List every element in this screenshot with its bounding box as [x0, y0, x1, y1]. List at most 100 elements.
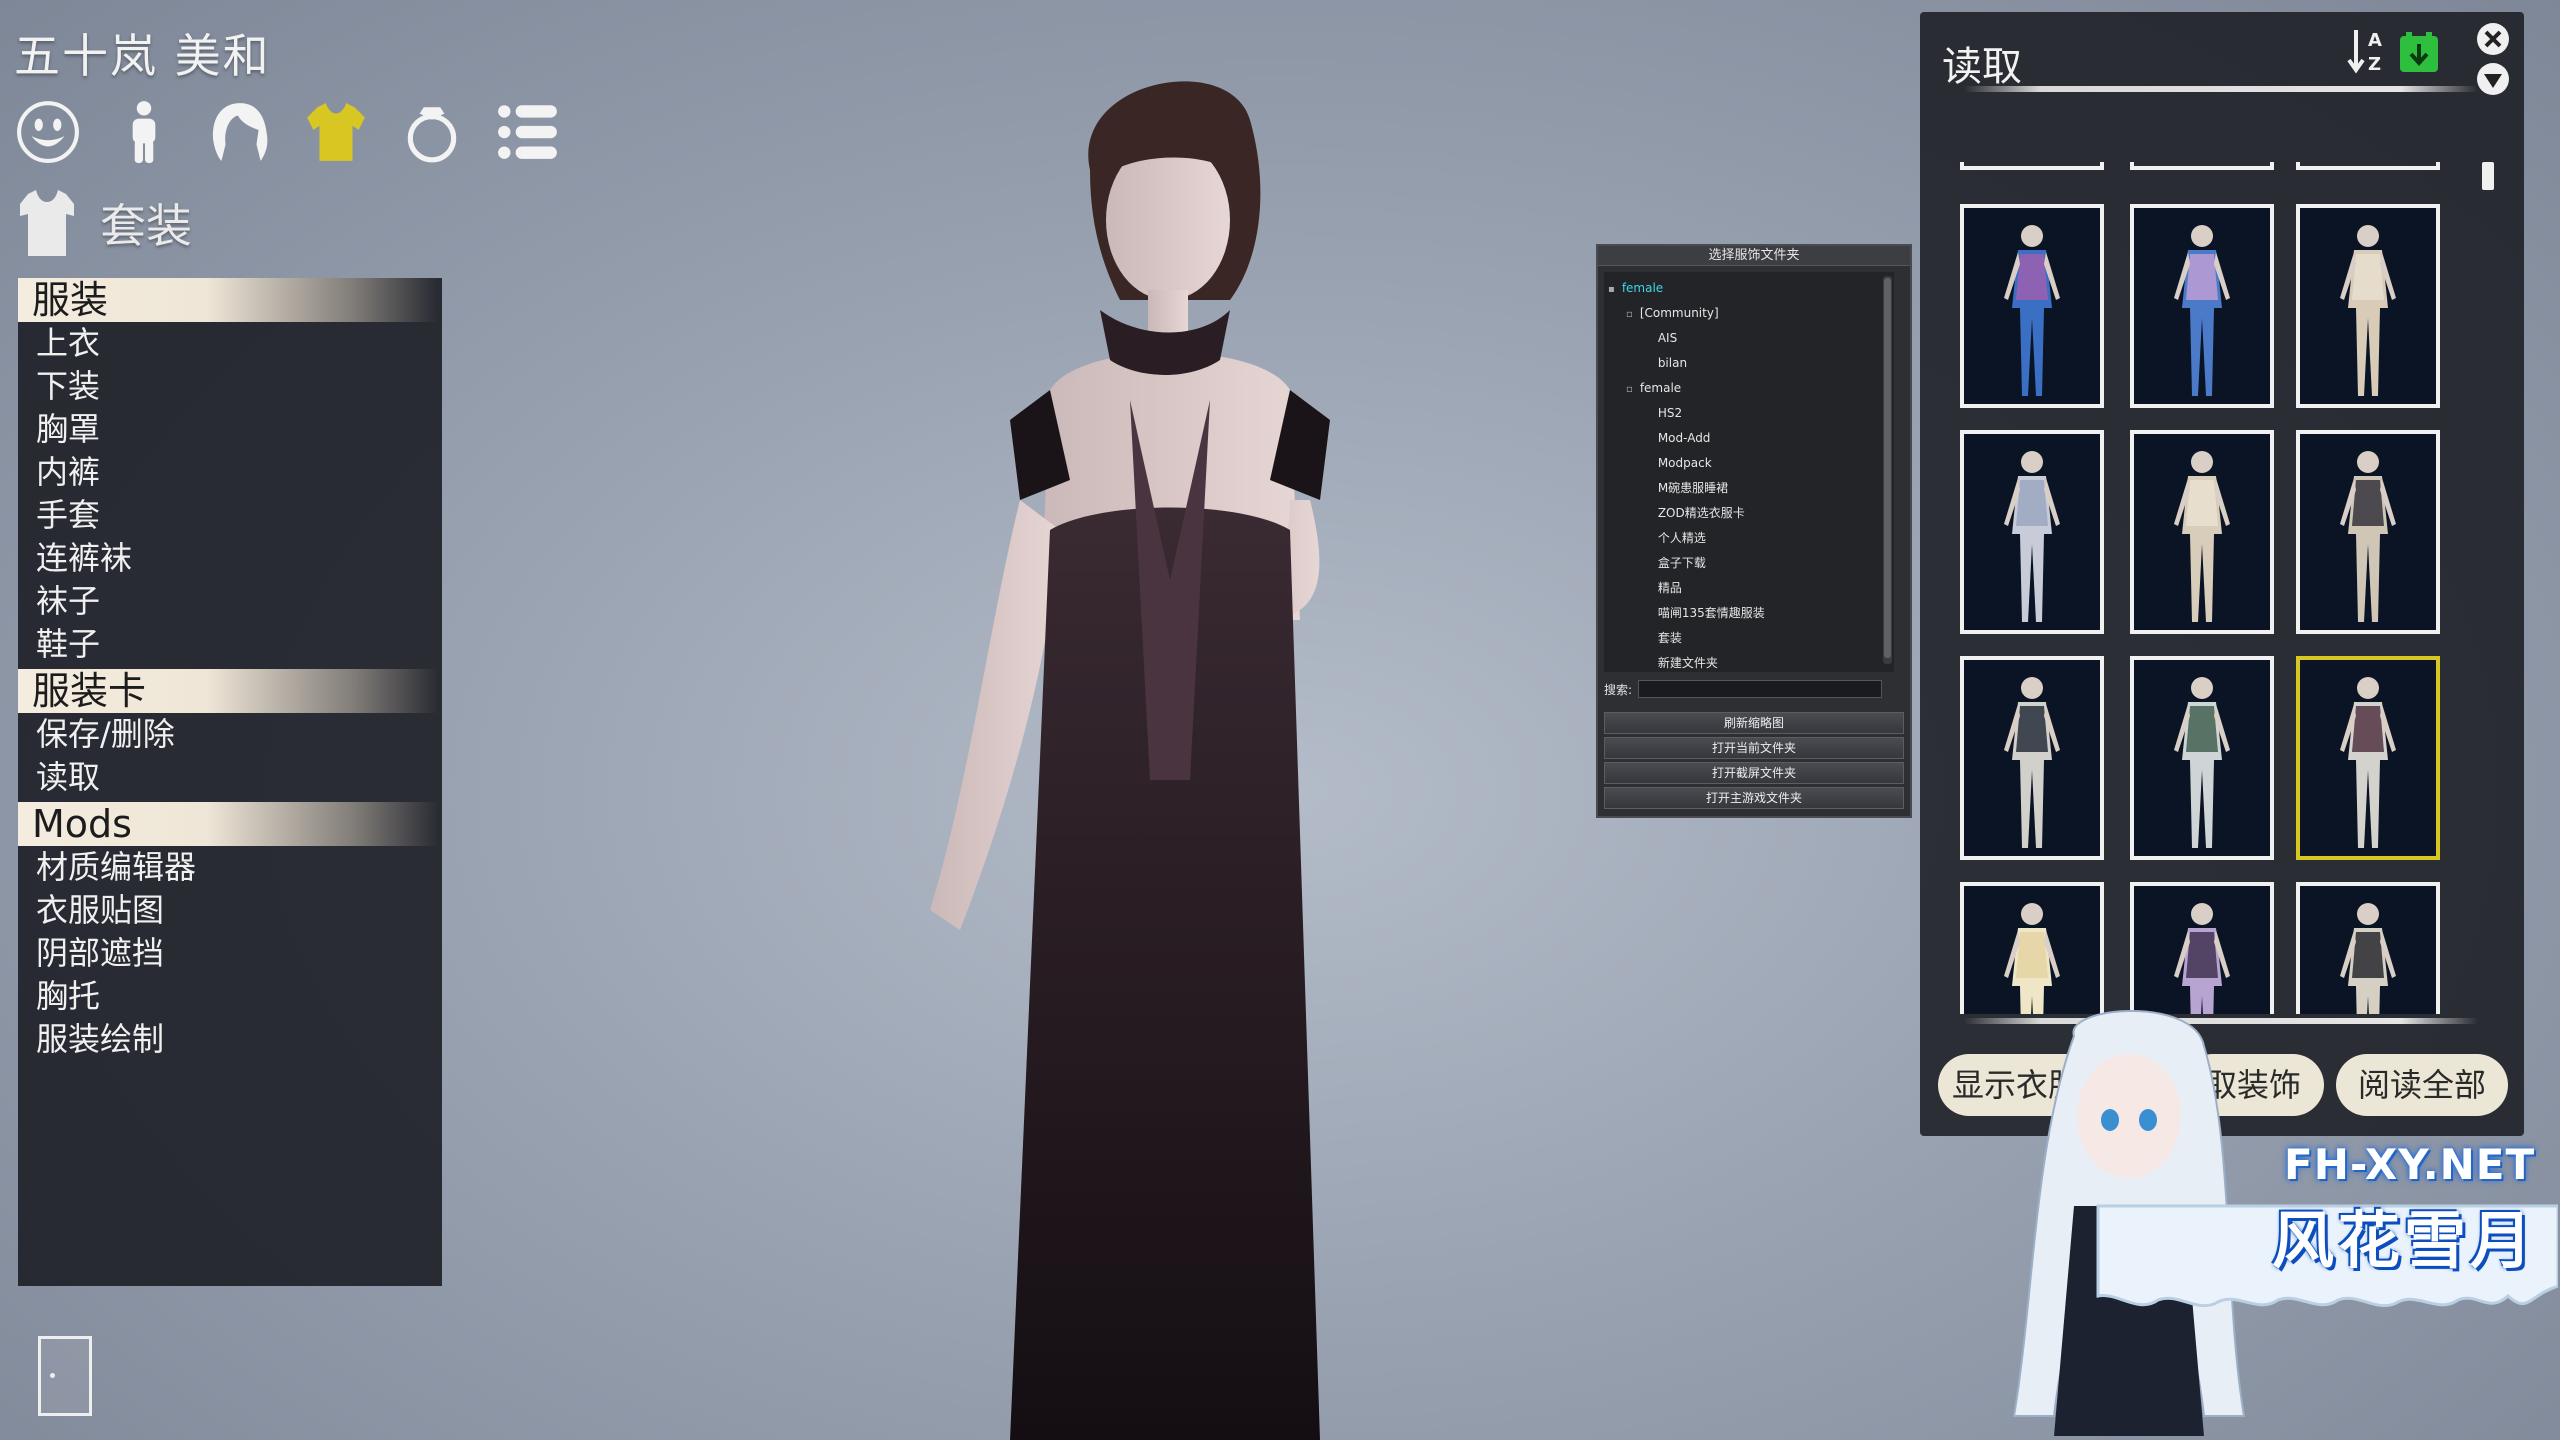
folder-tree-item[interactable]: Modpack [1604, 451, 1894, 476]
outfit-preview-image [1964, 208, 2100, 404]
menu-item-panties[interactable]: 内裤 [18, 451, 442, 494]
menu-item-top[interactable]: 上衣 [18, 322, 442, 365]
menu-item-socks[interactable]: 袜子 [18, 580, 442, 623]
collapse-icon[interactable] [2476, 62, 2510, 96]
download-green-icon[interactable] [2398, 30, 2440, 74]
folder-tree-item-label: Modpack [1654, 456, 1712, 470]
shirt-icon [20, 190, 74, 256]
thumbnail-scrollbar[interactable] [2482, 162, 2494, 190]
menu-item-load[interactable]: 读取 [18, 756, 442, 799]
folder-tree-item[interactable]: 套装 [1604, 626, 1894, 651]
accessory-ring-icon [407, 107, 457, 163]
folder-tree-item[interactable]: bilan [1604, 351, 1894, 376]
open-current-folder-button[interactable]: 打开当前文件夹 [1604, 737, 1904, 759]
folder-tree-item[interactable]: Mod-Add [1604, 426, 1894, 451]
outfit-thumbnail[interactable] [2130, 204, 2274, 408]
menu-item-bottom[interactable]: 下装 [18, 365, 442, 408]
section-title: 套装 [18, 188, 192, 258]
open-game-folder-button[interactable]: 打开主游戏文件夹 [1604, 787, 1904, 809]
menu-item-pantyhose[interactable]: 连裤袜 [18, 537, 442, 580]
close-icon[interactable] [2476, 22, 2510, 56]
list-category-button[interactable] [494, 96, 562, 168]
folder-tree-item-label: HS2 [1654, 406, 1683, 420]
menu-item-material-editor[interactable]: 材质编辑器 [18, 846, 442, 889]
menu-item-gloves[interactable]: 手套 [18, 494, 442, 537]
folder-tree-item-label: 精品 [1654, 581, 1682, 595]
svg-text:Z: Z [2368, 54, 2381, 75]
svg-text:A: A [2368, 30, 2382, 51]
folder-tree-scrollbar[interactable] [1883, 276, 1892, 664]
clothing-items: 上衣 下装 胸罩 内裤 手套 连裤袜 袜子 鞋子 [18, 322, 442, 666]
outfit-thumbnail[interactable] [2296, 204, 2440, 408]
outfit-thumbnail[interactable] [1960, 882, 2104, 1014]
load-panel: 读取 A Z 显示衣服 取装饰 阅读全部 [1920, 12, 2524, 1136]
menu-item-censor[interactable]: 阴部遮挡 [18, 932, 442, 975]
outfit-thumbnail[interactable] [2296, 882, 2440, 1014]
panel-divider-top [1964, 86, 2478, 92]
sort-az-icon[interactable]: A Z [2346, 26, 2390, 76]
folder-tree-item[interactable]: AIS [1604, 326, 1894, 351]
folder-tree-item[interactable]: 个人精选 [1604, 526, 1894, 551]
folder-tree-item[interactable]: M碗患服睡裙 [1604, 476, 1894, 501]
list-icon [498, 105, 557, 159]
accessory-category-button[interactable] [398, 96, 466, 168]
character-model [930, 81, 1330, 1440]
menu-item-clothes-texture[interactable]: 衣服贴图 [18, 889, 442, 932]
folder-search: 搜索: [1604, 680, 1883, 698]
hair-category-button[interactable] [206, 96, 274, 168]
exit-door-icon[interactable] [38, 1336, 92, 1416]
read-all-button[interactable]: 阅读全部 [2336, 1054, 2508, 1116]
outfit-thumbnail[interactable] [1960, 656, 2104, 860]
folder-tree-item-label: 盒子下载 [1654, 556, 1706, 570]
folder-panel-title: 选择服饰文件夹 [1598, 246, 1910, 266]
category-bar [14, 96, 562, 168]
folder-tree-item-label: female [1636, 381, 1682, 395]
outfit-thumbnail[interactable] [2130, 882, 2274, 1014]
folder-tree-item[interactable]: 盒子下载 [1604, 551, 1894, 576]
outfit-preview-image [2134, 660, 2270, 856]
menu-item-save-delete[interactable]: 保存/删除 [18, 713, 442, 756]
folder-tree-item[interactable]: ▪ female [1604, 276, 1894, 301]
outfit-thumbnail[interactable] [1960, 204, 2104, 408]
menu-item-clothes-paint[interactable]: 服装绘制 [18, 1018, 442, 1061]
body-category-button[interactable] [110, 96, 178, 168]
folder-tree-item[interactable]: ZOD精选衣服卡 [1604, 501, 1894, 526]
tree-toggle-icon[interactable]: ▪ [1608, 277, 1618, 302]
outfit-preview-image [1964, 660, 2100, 856]
folder-tree-item[interactable]: ▫ [Community] [1604, 301, 1894, 326]
folder-tree-item[interactable]: 喵闸135套情趣服装 [1604, 601, 1894, 626]
outfit-thumbnail[interactable] [2130, 656, 2274, 860]
outfit-thumbnail[interactable] [2296, 656, 2440, 860]
folder-tree-item[interactable]: 新建文件夹 [1604, 651, 1894, 676]
tree-toggle-icon[interactable]: ▫ [1626, 302, 1636, 327]
character-name: 五十岚 美和 [14, 29, 271, 83]
menu-header-clothing: 服装 [18, 278, 438, 322]
open-screenshot-folder-button[interactable]: 打开截屏文件夹 [1604, 762, 1904, 784]
section-title-text: 套装 [100, 199, 192, 253]
outfit-thumbnail[interactable] [1960, 430, 2104, 634]
folder-tree-item-label: 套装 [1654, 631, 1682, 645]
face-icon [17, 101, 79, 163]
folder-tree[interactable]: ▪ female ▫ [Community] AIS bilan ▫ female … [1604, 272, 1894, 672]
tree-toggle-icon[interactable]: ▫ [1626, 377, 1636, 402]
outfit-preview-image [2300, 660, 2436, 856]
folder-search-input[interactable] [1638, 680, 1883, 698]
folder-tree-item[interactable]: ▫ female [1604, 376, 1894, 401]
folder-tree-item-label: ZOD精选衣服卡 [1654, 506, 1745, 520]
folder-tree-item-label: female [1618, 281, 1664, 295]
outfit-preview-image [2300, 886, 2436, 1014]
body-icon [132, 101, 156, 163]
menu-item-shoes[interactable]: 鞋子 [18, 623, 442, 666]
menu-item-bra[interactable]: 胸罩 [18, 408, 442, 451]
clothes-category-button[interactable] [302, 96, 370, 168]
folder-tree-item[interactable]: HS2 [1604, 401, 1894, 426]
refresh-thumbnails-button[interactable]: 刷新缩略图 [1604, 712, 1904, 734]
outfit-preview-image [2134, 886, 2270, 1014]
watermark-name: 风花雪月 [2272, 1204, 2537, 1277]
face-category-button[interactable] [14, 96, 82, 168]
menu-item-push-up[interactable]: 胸托 [18, 975, 442, 1018]
folder-tree-item-label: bilan [1654, 356, 1688, 370]
folder-tree-item[interactable]: 精品 [1604, 576, 1894, 601]
outfit-thumbnail[interactable] [2130, 430, 2274, 634]
outfit-thumbnail[interactable] [2296, 430, 2440, 634]
